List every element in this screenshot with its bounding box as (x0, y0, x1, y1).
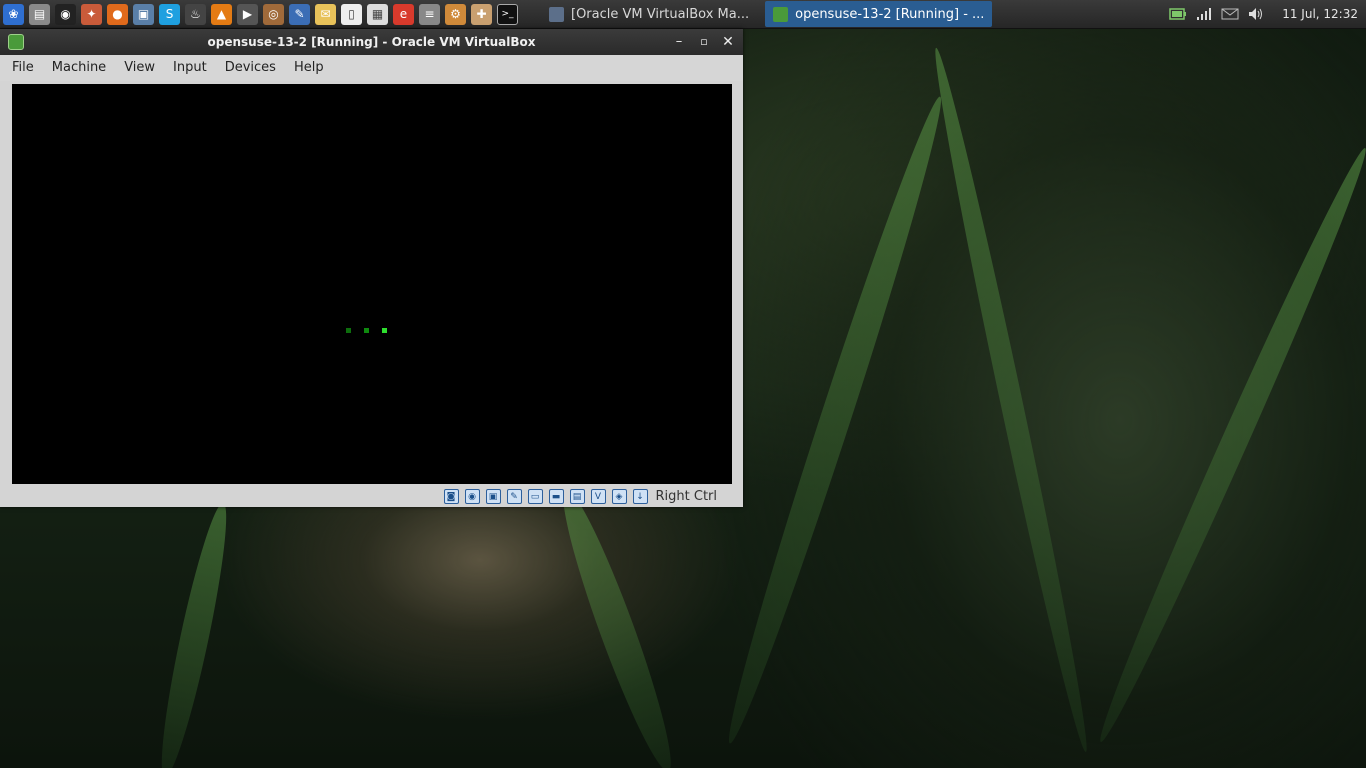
mixer-icon[interactable]: ≡ (419, 3, 440, 25)
display-status-icon[interactable]: ▤ (569, 489, 585, 504)
menu-devices[interactable]: Devices (216, 55, 285, 81)
inkscape-icon[interactable]: ✎ (289, 3, 310, 25)
menu-machine[interactable]: Machine (43, 55, 115, 81)
boot-loading-dot (364, 328, 369, 333)
text-editor-icon[interactable]: ▯ (341, 3, 362, 25)
audio-status-icon[interactable]: ▣ (485, 489, 501, 504)
task-label: [Oracle VM VirtualBox Ma... (571, 6, 750, 22)
virtualbox-icon (549, 6, 564, 22)
top-panel: ❀ ▤ ◉ ✦ ● ▣ S ♨ ▲ ▶ ◎ ✎ ✉ ▯ ▦ e ≡ ⚙ ✚ >_ [Oracle VM Virtual… (0, 0, 1366, 29)
host-key-label: Right Ctrl (655, 489, 718, 504)
task-button[interactable]: [Oracle VM VirtualBox Ma... (541, 1, 757, 27)
virtualbox-window: opensuse-13-2 [Running] - Oracle VM Virt… (0, 29, 743, 507)
file-manager-icon[interactable]: ▤ (29, 3, 50, 25)
shared-folders-status-icon[interactable]: ▬ (548, 489, 564, 504)
maximize-icon[interactable]: ▫ (695, 33, 713, 51)
skype-icon[interactable]: S (159, 3, 180, 25)
boot-loading-dot (346, 328, 351, 333)
boot-loading-dot (382, 328, 387, 333)
wallpaper-grass (1088, 142, 1366, 748)
minimize-icon[interactable]: – (670, 33, 688, 51)
task-list: [Oracle VM VirtualBox Ma... opensuse-13-2… (541, 1, 1000, 27)
vlc-icon[interactable]: ▲ (211, 3, 232, 25)
network-signal-icon[interactable] (1194, 6, 1214, 22)
close-icon[interactable]: ✕ (719, 33, 737, 51)
optical-drive-status-icon[interactable]: ◉ (464, 489, 480, 504)
notes-icon[interactable]: ✉ (315, 3, 336, 25)
window-titlebar[interactable]: opensuse-13-2 [Running] - Oracle VM Virt… (0, 29, 743, 55)
wallpaper-grass (715, 92, 955, 748)
menu-help[interactable]: Help (285, 55, 333, 81)
wallpaper-grass (549, 483, 685, 768)
steam-icon[interactable]: ♨ (185, 3, 206, 25)
launcher-bar: ❀ ▤ ◉ ✦ ● ▣ S ♨ ▲ ▶ ◎ ✎ ✉ ▯ ▦ e ≡ ⚙ ✚ >_ (0, 0, 523, 28)
usb-status-icon[interactable]: ▭ (527, 489, 543, 504)
menu-view[interactable]: View (115, 55, 164, 81)
task-label: opensuse-13-2 [Running] - ... (795, 6, 985, 22)
spreadsheet-icon[interactable]: ▦ (367, 3, 388, 25)
firefox-icon[interactable]: ● (107, 3, 128, 25)
mail-icon[interactable] (1220, 6, 1240, 22)
task-button[interactable]: opensuse-13-2 [Running] - ... (765, 1, 993, 27)
clock[interactable]: 11 Jul, 12:32 (1282, 7, 1358, 21)
vm-display[interactable] (12, 84, 732, 484)
status-bar: ◙ ◉ ▣ ✎ ▭ ▬ ▤ V ◈ ↓ Right Ctrl (0, 486, 743, 507)
terminal-icon[interactable]: >_ (497, 3, 518, 25)
pdf-reader-icon[interactable]: e (393, 3, 414, 25)
audio-icon[interactable]: ◎ (263, 3, 284, 25)
hard-disk-status-icon[interactable]: ◙ (443, 489, 459, 504)
menu-file[interactable]: File (0, 55, 43, 81)
video-player-icon[interactable]: ▶ (237, 3, 258, 25)
wallpaper-grass (925, 45, 1097, 755)
virtualbox-vm-icon (773, 6, 789, 22)
volume-icon[interactable] (1246, 6, 1266, 22)
mouse-integration-status-icon[interactable]: ↓ (632, 489, 648, 504)
software-center-icon[interactable]: ✚ (471, 3, 492, 25)
screenshot-tool-icon[interactable]: ▣ (133, 3, 154, 25)
wallpaper-grass (151, 500, 237, 768)
menu-input[interactable]: Input (164, 55, 216, 81)
music-player-icon[interactable]: ◉ (55, 3, 76, 25)
battery-icon[interactable] (1168, 6, 1188, 22)
virtualization-status-icon[interactable]: ◈ (611, 489, 627, 504)
window-title: opensuse-13-2 [Running] - Oracle VM Virt… (207, 35, 536, 49)
video-capture-status-icon[interactable]: V (590, 489, 606, 504)
settings-icon[interactable]: ⚙ (445, 3, 466, 25)
network-status-icon[interactable]: ✎ (506, 489, 522, 504)
kde-menu-icon[interactable]: ❀ (3, 3, 24, 25)
paint-icon[interactable]: ✦ (81, 3, 102, 25)
menu-bar: File Machine View Input Devices Help (0, 55, 743, 81)
system-tray: 11 Jul, 12:32 (1162, 0, 1366, 28)
